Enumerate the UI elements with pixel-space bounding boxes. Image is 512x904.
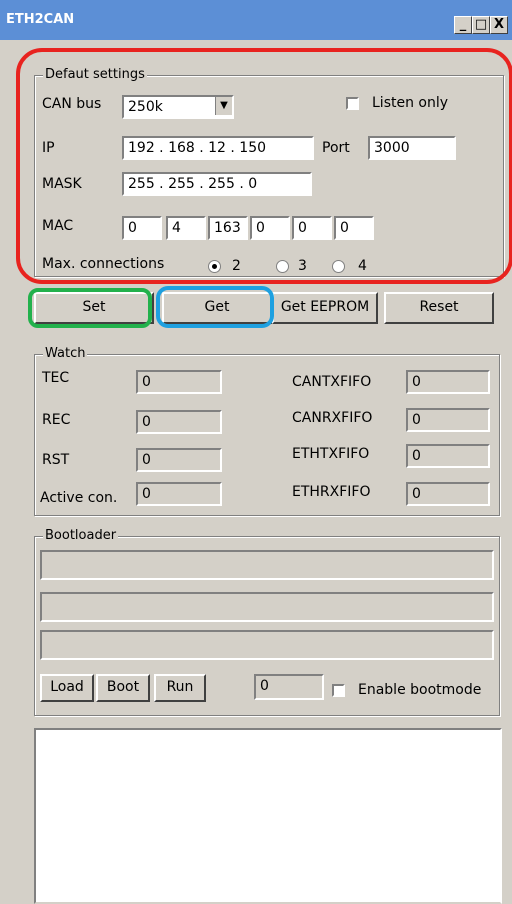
cantxfifo-value: 0 — [406, 370, 490, 394]
canrxfifo-value: 0 — [406, 408, 490, 432]
reset-button[interactable]: Reset — [384, 292, 494, 324]
canrxfifo-label: CANRXFIFO — [292, 410, 373, 426]
status-field — [40, 592, 494, 622]
run-button[interactable]: Run — [154, 674, 206, 702]
red-highlight-frame — [16, 48, 512, 284]
bootloader-label: Bootloader — [43, 528, 119, 543]
rst-value: 0 — [136, 448, 222, 472]
rec-label: REC — [42, 412, 71, 428]
get-eeprom-button[interactable]: Get EEPROM — [272, 292, 378, 324]
progress-bar — [40, 550, 494, 580]
watch-label: Watch — [43, 346, 88, 361]
ethtxfifo-value: 0 — [406, 444, 490, 468]
active-con-value: 0 — [136, 482, 222, 506]
status-field — [40, 630, 494, 660]
enable-bootmode-checkbox[interactable] — [332, 684, 345, 697]
ethrxfifo-label: ETHRXFIFO — [292, 484, 371, 500]
eth2can-window: ETH2CAN _ □ X Defaut settings CAN bus 25… — [0, 0, 512, 904]
active-con-label: Active con. — [40, 490, 118, 506]
green-highlight-frame — [28, 288, 152, 328]
minimize-button[interactable]: _ — [454, 16, 472, 34]
enable-bootmode-label: Enable bootmode — [358, 682, 482, 698]
log-textarea[interactable] — [34, 728, 502, 904]
load-button[interactable]: Load — [40, 674, 94, 702]
tec-label: TEC — [42, 370, 70, 386]
window-title: ETH2CAN — [6, 12, 75, 27]
title-bar: ETH2CAN _ □ X — [0, 0, 512, 40]
ethtxfifo-label: ETHTXFIFO — [292, 446, 370, 462]
maximize-button[interactable]: □ — [472, 16, 490, 34]
close-button[interactable]: X — [490, 16, 508, 34]
blue-highlight-frame — [156, 286, 274, 328]
rec-value: 0 — [136, 410, 222, 434]
ethrxfifo-value: 0 — [406, 482, 490, 506]
tec-value: 0 — [136, 370, 222, 394]
bootloader-value: 0 — [254, 674, 324, 700]
cantxfifo-label: CANTXFIFO — [292, 374, 372, 390]
boot-button[interactable]: Boot — [96, 674, 150, 702]
rst-label: RST — [42, 452, 70, 468]
